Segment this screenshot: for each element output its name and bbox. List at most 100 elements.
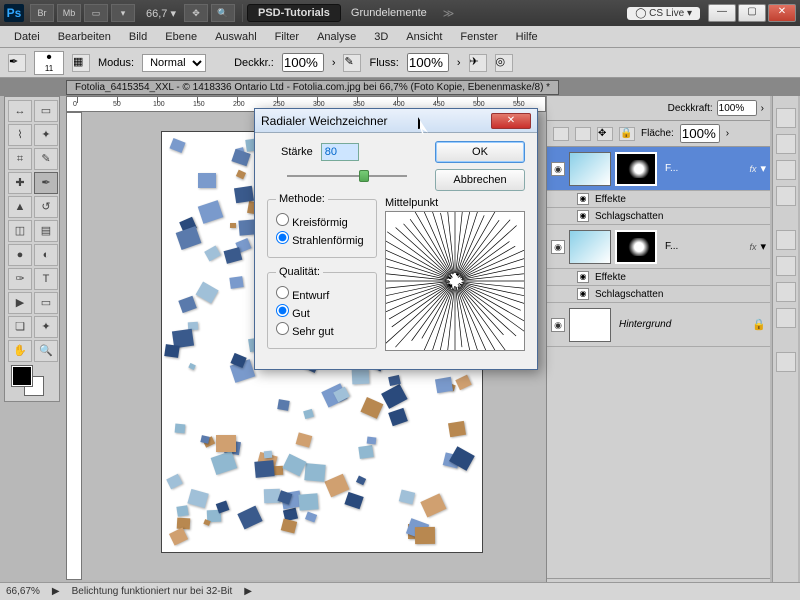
hand-button[interactable]: ✥ (184, 4, 208, 22)
hand-tool[interactable]: ✋ (8, 340, 32, 362)
window-close-button[interactable]: ✕ (768, 4, 796, 22)
actions-panel-icon[interactable] (776, 256, 796, 276)
cslive-button[interactable]: ◯ CS Live ▾ (627, 7, 700, 20)
stamp-tool[interactable]: ▲ (8, 196, 32, 218)
masks-panel-icon[interactable] (776, 186, 796, 206)
layer-background[interactable]: ◉ Hintergrund 🔒 (547, 303, 770, 347)
heal-tool[interactable]: ✚ (8, 172, 32, 194)
layer-mask-thumbnail[interactable] (615, 230, 657, 264)
3d-camera-tool[interactable]: ✦ (34, 316, 58, 338)
dialog-close-button[interactable]: ✕ (491, 113, 531, 129)
history-panel-icon[interactable] (776, 230, 796, 250)
layer-name[interactable]: Hintergrund (615, 319, 748, 330)
slider-thumb[interactable] (359, 170, 369, 182)
menu-filter[interactable]: Filter (267, 29, 307, 45)
visibility-toggle-icon[interactable]: ◉ (551, 318, 565, 332)
zoom-level[interactable]: 66,7 ▾ (146, 7, 176, 20)
lock-transparent-icon[interactable] (553, 127, 569, 141)
brush-tool-icon[interactable]: ✒ (8, 54, 26, 72)
adjust-panel-icon[interactable] (776, 160, 796, 180)
fx-expand-icon[interactable]: ▾ (760, 162, 766, 175)
visibility-toggle-icon[interactable]: ◉ (577, 288, 589, 300)
eraser-tool[interactable]: ◫ (8, 220, 32, 242)
paragraph-panel-icon[interactable] (776, 308, 796, 328)
document-tab[interactable]: Fotolia_6415354_XXL - © 1418336 Ontario … (66, 80, 559, 95)
visibility-toggle-icon[interactable]: ◉ (577, 271, 589, 283)
character-panel-icon[interactable] (776, 282, 796, 302)
shape-tool[interactable]: ▭ (34, 292, 58, 314)
menu-3d[interactable]: 3D (366, 29, 396, 45)
menu-select[interactable]: Auswahl (207, 29, 265, 45)
layer-thumbnail[interactable] (569, 308, 611, 342)
arrange-button[interactable]: ▾ (111, 4, 135, 22)
layer-item[interactable]: ◉ F... fx ▾ (547, 147, 770, 191)
visibility-toggle-icon[interactable]: ◉ (551, 240, 565, 254)
pen-tool[interactable]: ✑ (8, 268, 32, 290)
lasso-tool[interactable]: ⌇ (8, 124, 32, 146)
layers-panel-icon[interactable] (776, 352, 796, 372)
flow-dropdown-icon[interactable]: › (457, 57, 461, 69)
workspace-other[interactable]: Grundelemente (341, 5, 437, 21)
menu-edit[interactable]: Bearbeiten (50, 29, 119, 45)
move-tool[interactable]: ↔ (8, 100, 32, 122)
quality-best-radio[interactable]: Sehr gut (276, 322, 368, 338)
history-brush-tool[interactable]: ↺ (34, 196, 58, 218)
brush-preset-picker[interactable]: 11 (34, 51, 64, 75)
opacity-dropdown-icon[interactable]: › (761, 103, 764, 114)
method-zoom-radio[interactable]: Strahlenförmig (276, 231, 368, 247)
screen-mode-button[interactable]: ▭ (84, 4, 108, 22)
method-spin-radio[interactable]: Kreisförmig (276, 213, 368, 229)
visibility-toggle-icon[interactable]: ◉ (551, 162, 565, 176)
ok-button[interactable]: OK (435, 141, 525, 163)
minibridge-button[interactable]: Mb (57, 4, 81, 22)
type-tool[interactable]: T (34, 268, 58, 290)
amount-input[interactable] (321, 143, 359, 161)
dodge-tool[interactable]: ◐ (34, 244, 58, 266)
layer-fill-input[interactable] (680, 124, 720, 143)
workspace-more-icon[interactable]: ≫ (443, 7, 455, 20)
fill-dropdown-icon[interactable]: › (726, 128, 729, 139)
fx-expand-icon[interactable]: ▾ (760, 240, 766, 253)
window-minimize-button[interactable]: — (708, 4, 736, 22)
path-select-tool[interactable]: ▶ (8, 292, 32, 314)
layer-effects-group[interactable]: ◉ Effekte (547, 269, 770, 286)
blur-center-preview[interactable] (385, 211, 525, 351)
menu-view[interactable]: Ansicht (398, 29, 450, 45)
menu-analysis[interactable]: Analyse (309, 29, 364, 45)
color-swatches[interactable] (8, 364, 58, 398)
layer-name[interactable]: F... (661, 163, 745, 174)
fx-badge[interactable]: fx (749, 164, 756, 174)
foreground-color-swatch[interactable] (12, 366, 32, 386)
layer-effect-dropshadow[interactable]: ◉ Schlagschatten (547, 286, 770, 303)
quality-draft-radio[interactable]: Entwurf (276, 286, 368, 302)
status-zoom[interactable]: 66,67% (6, 586, 40, 597)
opacity-input[interactable] (282, 53, 324, 72)
swatches-panel-icon[interactable] (776, 134, 796, 154)
layer-effect-dropshadow[interactable]: ◉ Schlagschatten (547, 208, 770, 225)
workspace-active[interactable]: PSD-Tutorials (247, 4, 341, 22)
layer-opacity-input[interactable] (717, 100, 757, 116)
airbrush-icon[interactable]: ✈ (469, 54, 487, 72)
pressure-size-icon[interactable]: ◎ (495, 54, 513, 72)
ruler-vertical[interactable] (66, 112, 82, 580)
visibility-toggle-icon[interactable]: ◉ (577, 210, 589, 222)
fx-badge[interactable]: fx (749, 242, 756, 252)
bridge-button[interactable]: Br (30, 4, 54, 22)
eyedropper-tool[interactable]: ✎ (34, 148, 58, 170)
layer-effects-group[interactable]: ◉ Effekte (547, 191, 770, 208)
menu-image[interactable]: Bild (121, 29, 155, 45)
quality-good-radio[interactable]: Gut (276, 304, 368, 320)
blur-tool[interactable]: ● (8, 244, 32, 266)
layer-item[interactable]: ◉ F... fx ▾ (547, 225, 770, 269)
menu-help[interactable]: Hilfe (508, 29, 546, 45)
brush-tool[interactable]: ✒ (34, 172, 58, 194)
lock-position-icon[interactable]: ✥ (597, 127, 613, 141)
marquee-tool[interactable]: ▭ (34, 100, 58, 122)
wand-tool[interactable]: ✦ (34, 124, 58, 146)
opacity-dropdown-icon[interactable]: › (332, 57, 336, 69)
flow-input[interactable] (407, 53, 449, 72)
layer-thumbnail[interactable] (569, 230, 611, 264)
color-panel-icon[interactable] (776, 108, 796, 128)
menu-window[interactable]: Fenster (452, 29, 505, 45)
gradient-tool[interactable]: ▤ (34, 220, 58, 242)
